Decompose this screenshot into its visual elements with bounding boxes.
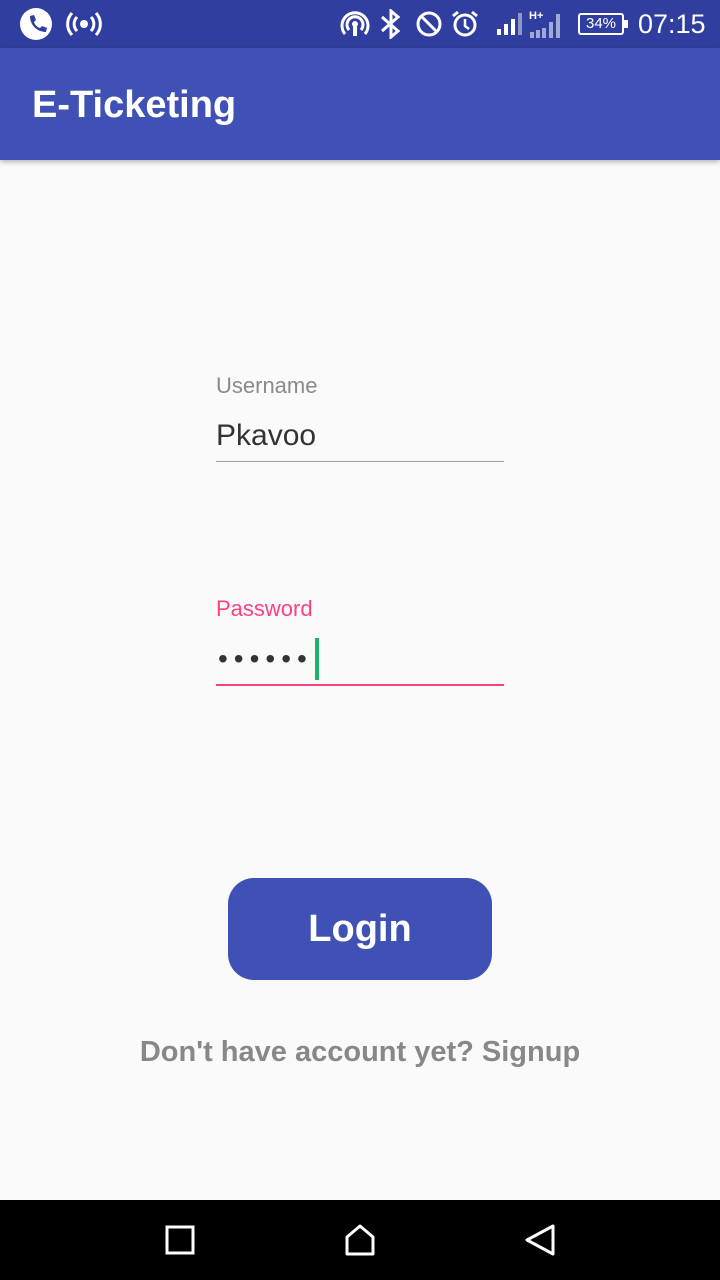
signup-link[interactable]: Don't have account yet? Signup bbox=[0, 1030, 720, 1074]
username-label: Username bbox=[216, 373, 318, 398]
battery-indicator: 34% bbox=[578, 13, 628, 35]
login-button[interactable]: Login bbox=[228, 878, 492, 980]
do-not-disturb-icon bbox=[414, 8, 444, 40]
password-masked-value: •••••• bbox=[218, 643, 313, 674]
username-underline bbox=[216, 461, 504, 462]
app-bar: E-Ticketing bbox=[0, 48, 720, 160]
navigation-bar bbox=[0, 1200, 720, 1280]
alarm-icon bbox=[450, 8, 480, 40]
back-icon[interactable] bbox=[520, 1220, 560, 1260]
phone-call-icon bbox=[18, 8, 54, 40]
clock: 07:15 bbox=[638, 9, 706, 39]
username-field[interactable]: Username Pkavoo bbox=[216, 372, 504, 462]
password-input[interactable]: •••••• bbox=[218, 638, 319, 680]
signal-icon bbox=[494, 8, 524, 40]
svg-text:H+: H+ bbox=[529, 10, 543, 22]
signal-hplus-icon: H+ bbox=[528, 8, 564, 40]
status-bar: H+ 34% 07:15 bbox=[0, 0, 720, 48]
hotspot-icon bbox=[340, 8, 370, 40]
password-field[interactable]: Password •••••• bbox=[216, 595, 504, 686]
recents-icon[interactable] bbox=[160, 1220, 200, 1260]
password-underline bbox=[216, 684, 504, 686]
bluetooth-icon bbox=[378, 8, 404, 40]
broadcast-icon bbox=[66, 8, 102, 40]
username-input[interactable]: Pkavoo bbox=[216, 416, 316, 456]
app-title: E-Ticketing bbox=[32, 84, 237, 126]
home-icon[interactable] bbox=[340, 1220, 380, 1260]
password-label: Password bbox=[216, 596, 313, 621]
text-cursor bbox=[314, 638, 319, 680]
